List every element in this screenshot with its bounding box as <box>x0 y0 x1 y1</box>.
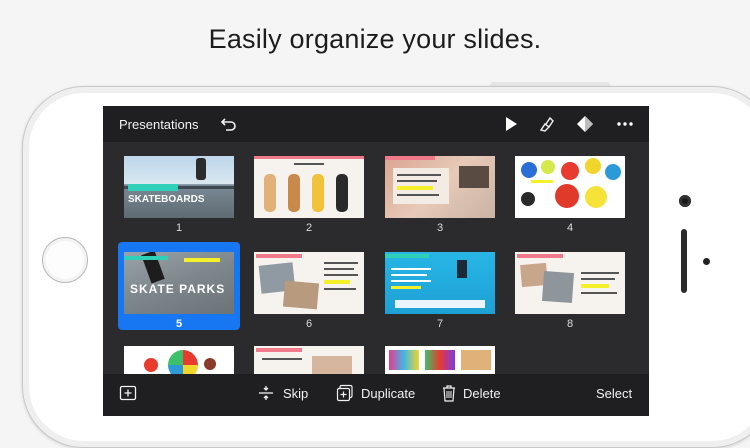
slide-thumbnail[interactable]: 7 <box>381 244 499 330</box>
slide-number: 7 <box>436 318 444 330</box>
skip-icon[interactable] <box>257 384 275 407</box>
slide-image: SKATE PARKS <box>124 252 234 314</box>
slide-image <box>515 252 625 314</box>
slide-thumbnail[interactable]: 8 <box>511 244 629 330</box>
slide-thumbnail[interactable]: 3 <box>381 148 499 234</box>
skip-button[interactable]: Skip <box>283 386 308 401</box>
add-slide-icon[interactable] <box>119 384 137 407</box>
brush-icon[interactable] <box>537 114 557 134</box>
slide-image: SKATEBOARDS <box>124 156 234 218</box>
slide-image <box>254 156 364 218</box>
slide-thumbnail[interactable]: SKATEBOARDS 1 <box>120 148 238 234</box>
slide-image <box>385 252 495 314</box>
diamond-icon[interactable] <box>575 114 595 134</box>
slide-image <box>254 252 364 314</box>
app-screen: Presentations SKATEBOARDS 1 2 3 4 SKATE … <box>103 106 649 416</box>
slide-thumbnail[interactable]: 2 <box>250 148 368 234</box>
slide-image <box>385 156 495 218</box>
slide-thumbnail[interactable]: 6 <box>250 244 368 330</box>
slide-number: 1 <box>175 222 183 234</box>
top-toolbar: Presentations <box>103 106 649 142</box>
more-icon[interactable] <box>615 114 635 134</box>
slide-title-text: SKATEBOARDS <box>128 194 205 205</box>
sensor <box>703 258 710 265</box>
camera <box>679 195 691 207</box>
trash-icon[interactable] <box>441 384 457 407</box>
slide-number: 5 <box>175 318 183 330</box>
home-button <box>42 237 88 283</box>
slide-number: 8 <box>566 318 574 330</box>
duplicate-button[interactable]: Duplicate <box>361 386 415 401</box>
slide-thumbnail-selected[interactable]: SKATE PARKS 5 <box>120 244 238 330</box>
bottom-toolbar: Skip Duplicate Delete Select <box>103 374 649 416</box>
presentations-button[interactable]: Presentations <box>119 117 199 132</box>
slide-number: 4 <box>566 222 574 234</box>
slide-thumbnail[interactable]: 4 <box>511 148 629 234</box>
slide-title-text: SKATE PARKS <box>130 282 226 296</box>
play-icon[interactable] <box>501 114 521 134</box>
slide-grid: SKATEBOARDS 1 2 3 4 SKATE PARKS 5 6 7 8 <box>103 142 649 408</box>
headline: Easily organize your slides. <box>208 24 542 54</box>
slide-number: 3 <box>436 222 444 234</box>
delete-button[interactable]: Delete <box>463 386 501 401</box>
slide-number: 6 <box>305 318 313 330</box>
speaker <box>681 229 687 293</box>
slide-image <box>515 156 625 218</box>
slide-number: 2 <box>305 222 313 234</box>
duplicate-icon[interactable] <box>336 384 354 407</box>
select-button[interactable]: Select <box>596 386 632 401</box>
undo-icon[interactable] <box>219 114 239 134</box>
